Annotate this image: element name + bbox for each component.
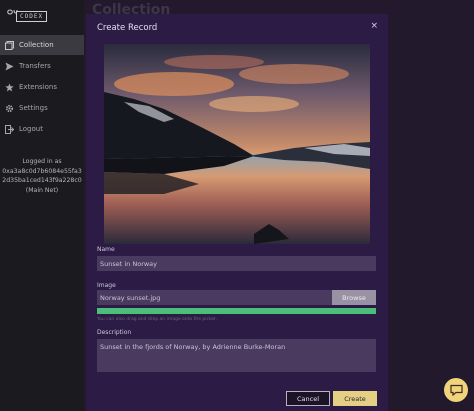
close-icon[interactable]: × [370,21,378,31]
star-icon [4,82,14,92]
modal-title: Create Record [97,23,158,33]
sidebar-item-logout[interactable]: Logout [0,119,84,139]
logout-icon [4,124,14,134]
sidebar-item-label: Transfers [19,62,51,70]
description-label: Description [97,329,132,336]
chat-icon [449,381,463,400]
name-input[interactable]: Sunset in Norway [97,256,376,271]
upload-progress-fill [97,308,376,314]
paper-plane-icon [4,61,14,71]
sidebar-item-transfers[interactable]: Transfers [0,56,84,76]
drag-drop-hint: You can also drag and drop an image onto… [97,317,218,322]
network-label: (Main Net) [25,186,59,194]
sidebar-item-label: Extensions [19,83,58,91]
name-label: Name [97,246,115,253]
cancel-button[interactable]: Cancel [286,391,330,406]
sidebar-item-label: Settings [19,104,48,112]
login-info: Logged in as 0xa3a8c0d7b6084e55fa32d35ba… [2,157,82,195]
sidebar-item-label: Logout [19,125,43,133]
sidebar-item-settings[interactable]: Settings [0,98,84,118]
upload-progress-bar [97,308,376,314]
sidebar-item-collection[interactable]: Collection [0,35,84,55]
image-file-input[interactable]: Norway sunset.jpg [97,290,332,305]
collection-icon [4,40,14,50]
description-textarea[interactable]: Sunset in the fjords of Norway, by Adrie… [97,339,376,372]
sidebar-item-extensions[interactable]: Extensions [0,77,84,97]
logo-text: CODEX [16,11,48,22]
chat-button[interactable] [444,378,468,402]
gear-icon [4,103,14,113]
image-label: Image [97,282,116,289]
create-button[interactable]: Create [333,391,377,406]
login-prefix: Logged in as [22,158,62,165]
image-preview [104,44,370,244]
sidebar-item-label: Collection [19,41,54,49]
wallet-address: 0xa3a8c0d7b6084e55fa32d35ba1ced143f9a228… [2,167,82,185]
browse-button[interactable]: Browse [332,290,376,305]
create-record-modal: Create Record × Name Sunset in Norway Im… [86,14,388,411]
sidebar: CODEX Collection Transfers Extensions Se… [0,0,84,411]
